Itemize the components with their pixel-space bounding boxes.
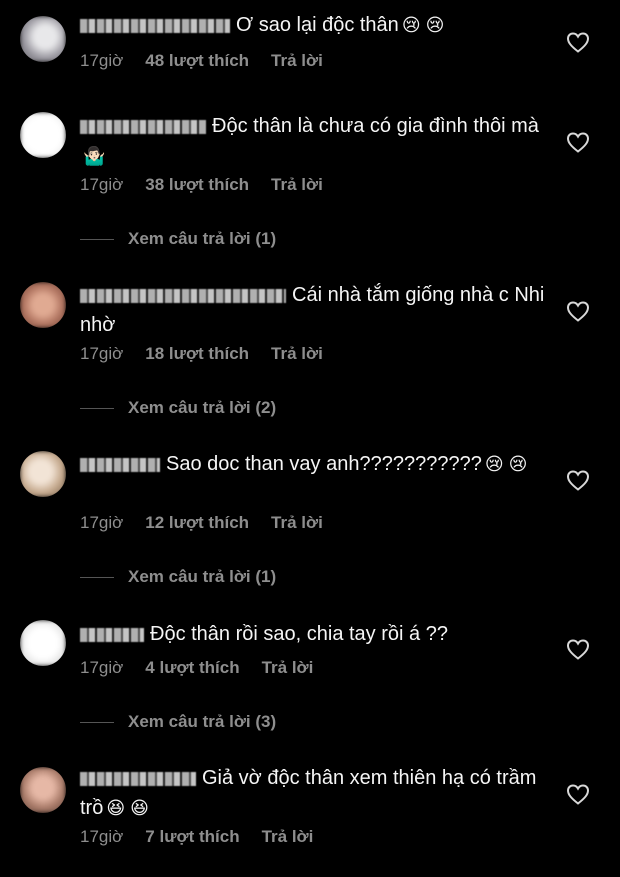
comment-text: Giả vờ độc thân xem thiên hạ có trầm trồ…	[80, 763, 550, 823]
timestamp: 17giờ	[80, 51, 124, 70]
comment-body: Ơ sao lại độc thân	[236, 14, 399, 36]
username-blurred[interactable]	[80, 627, 144, 642]
like-count[interactable]: 48 lượt thích	[145, 51, 249, 71]
avatar[interactable]	[20, 16, 66, 62]
avatar[interactable]	[20, 112, 66, 158]
like-count[interactable]: 18 lượt thích	[145, 344, 249, 364]
timestamp: 17giờ	[80, 658, 124, 677]
view-replies-label[interactable]: Xem câu trả lời (3)	[128, 712, 276, 731]
username-blurred[interactable]	[80, 457, 160, 472]
heart-icon[interactable]	[566, 31, 590, 53]
reply-button[interactable]: Trả lời	[262, 658, 314, 678]
avatar[interactable]	[20, 451, 66, 497]
avatar-image	[20, 451, 66, 497]
emoji: 😆 😆	[106, 798, 149, 818]
view-replies-label[interactable]: Xem câu trả lời (1)	[128, 567, 276, 586]
comment-meta: 17giờ 18 lượt thích Trả lời	[80, 344, 345, 364]
avatar-image	[20, 16, 66, 62]
avatar-image	[20, 112, 66, 158]
comment-meta: 17giờ 7 lượt thích Trả lời	[80, 827, 335, 847]
view-replies-label[interactable]: Xem câu trả lời (2)	[128, 398, 276, 417]
divider-line	[80, 408, 114, 410]
comment-text: Độc thân là chưa có gia đình thôi mà 🤷🏻‍♂…	[80, 111, 550, 171]
timestamp: 17giờ	[80, 513, 124, 532]
comment-meta: 17giờ 38 lượt thích Trả lời	[80, 175, 345, 195]
like-count[interactable]: 4 lượt thích	[145, 658, 239, 678]
avatar-image	[20, 620, 66, 666]
avatar-image	[20, 767, 66, 813]
heart-icon[interactable]	[566, 783, 590, 805]
username-blurred[interactable]	[80, 119, 206, 134]
timestamp: 17giờ	[80, 344, 124, 363]
reply-button[interactable]: Trả lời	[271, 344, 323, 364]
reply-button[interactable]: Trả lời	[271, 51, 323, 71]
reply-button[interactable]: Trả lời	[271, 513, 323, 533]
view-replies-link[interactable]: Xem câu trả lời (1)	[80, 229, 276, 249]
avatar[interactable]	[20, 620, 66, 666]
heart-icon[interactable]	[566, 300, 590, 322]
comment-body: Độc thân là chưa có gia đình thôi mà	[212, 115, 539, 137]
comment-text: Ơ sao lại độc thân 😢 😢	[80, 10, 550, 40]
divider-line	[80, 722, 114, 724]
like-count[interactable]: 7 lượt thích	[145, 827, 239, 847]
emoji: 🤷🏻‍♂️	[83, 146, 106, 166]
view-replies-link[interactable]: Xem câu trả lời (2)	[80, 398, 276, 418]
comment-text: Sao doc than vay anh??????????? 😢 😢	[80, 449, 550, 479]
emoji: 😢 😢	[484, 454, 528, 474]
like-count[interactable]: 12 lượt thích	[145, 513, 249, 533]
username-blurred[interactable]	[80, 771, 196, 786]
heart-icon[interactable]	[566, 131, 590, 153]
view-replies-link[interactable]: Xem câu trả lời (3)	[80, 712, 276, 732]
avatar-image	[20, 282, 66, 328]
divider-line	[80, 577, 114, 579]
comment-text: Cái nhà tắm giống nhà c Nhi nhờ	[80, 280, 550, 340]
comment-meta: 17giờ 12 lượt thích Trả lời	[80, 513, 345, 533]
like-count[interactable]: 38 lượt thích	[145, 175, 249, 195]
comment-meta: 17giờ 4 lượt thích Trả lời	[80, 658, 335, 678]
comment-meta: 17giờ 48 lượt thích Trả lời	[80, 51, 345, 71]
reply-button[interactable]: Trả lời	[262, 827, 314, 847]
reply-button[interactable]: Trả lời	[271, 175, 323, 195]
timestamp: 17giờ	[80, 175, 124, 194]
comment-text: Độc thân rồi sao, chia tay rồi á ??	[80, 619, 550, 649]
comment-body: Độc thân rồi sao, chia tay rồi á ??	[150, 623, 448, 645]
avatar[interactable]	[20, 282, 66, 328]
heart-icon[interactable]	[566, 638, 590, 660]
emoji: 😢 😢	[401, 15, 445, 35]
view-replies-label[interactable]: Xem câu trả lời (1)	[128, 229, 276, 248]
timestamp: 17giờ	[80, 827, 124, 846]
divider-line	[80, 239, 114, 241]
comment-body: Sao doc than vay anh???????????	[166, 453, 482, 475]
view-replies-link[interactable]: Xem câu trả lời (1)	[80, 567, 276, 587]
heart-icon[interactable]	[566, 469, 590, 491]
username-blurred[interactable]	[80, 288, 286, 303]
avatar[interactable]	[20, 767, 66, 813]
username-blurred[interactable]	[80, 18, 230, 33]
